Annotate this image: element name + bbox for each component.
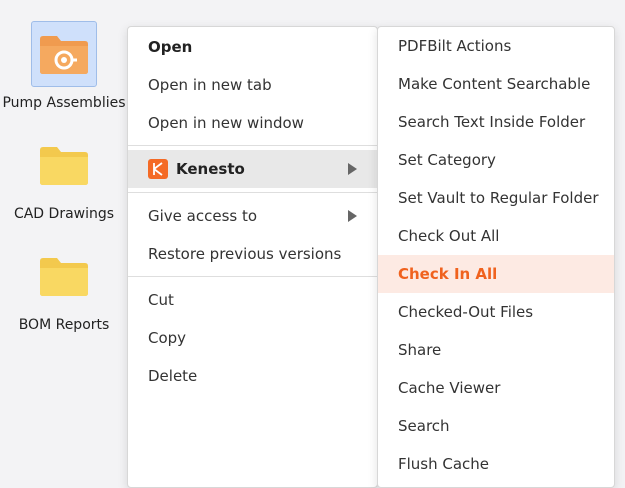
submenu-item-check-out-all[interactable]: Check Out All (378, 217, 614, 255)
folder-selection-highlight (31, 21, 97, 87)
folder-label: CAD Drawings (13, 206, 115, 222)
menu-item-delete[interactable]: Delete (128, 357, 377, 395)
submenu-item-share[interactable]: Share (378, 331, 614, 369)
folder-icon (40, 258, 88, 296)
menu-separator (128, 192, 377, 193)
submenu-item-check-in-all[interactable]: Check In All (378, 255, 614, 293)
folder-pump-assemblies[interactable]: Pump Assemblies (0, 21, 128, 111)
submenu-item-search[interactable]: Search (378, 407, 614, 445)
folder-cad-drawings[interactable]: CAD Drawings (0, 132, 128, 222)
submenu-item-flush-cache[interactable]: Flush Cache (378, 445, 614, 483)
menu-item-open-new-tab[interactable]: Open in new tab (128, 66, 377, 104)
menu-item-label: Kenesto (176, 160, 245, 178)
submenu-arrow-icon (348, 163, 357, 175)
submenu-item-set-category[interactable]: Set Category (378, 141, 614, 179)
folder-label: BOM Reports (18, 317, 110, 333)
menu-item-label: Give access to (148, 207, 258, 225)
gear-folder-icon (40, 36, 88, 74)
submenu-item-make-content-searchable[interactable]: Make Content Searchable (378, 65, 614, 103)
menu-item-cut[interactable]: Cut (128, 281, 377, 319)
folder-icon-wrap (31, 243, 97, 309)
menu-item-kenesto[interactable]: Kenesto (128, 150, 377, 188)
submenu-arrow-icon (348, 210, 357, 222)
menu-separator (128, 145, 377, 146)
menu-separator (128, 276, 377, 277)
menu-item-open-new-window[interactable]: Open in new window (128, 104, 377, 142)
folder-bom-reports[interactable]: BOM Reports (0, 243, 128, 333)
kenesto-logo-icon (148, 159, 168, 179)
folder-label: Pump Assemblies (2, 95, 126, 111)
submenu-item-pdfbilt-actions[interactable]: PDFBilt Actions (378, 27, 614, 65)
submenu-item-checked-out-files[interactable]: Checked-Out Files (378, 293, 614, 331)
folder-icon (40, 147, 88, 185)
context-menu: Open Open in new tab Open in new window … (127, 26, 378, 488)
kenesto-submenu: PDFBilt Actions Make Content Searchable … (377, 26, 615, 488)
menu-item-copy[interactable]: Copy (128, 319, 377, 357)
submenu-item-search-text-inside-folder[interactable]: Search Text Inside Folder (378, 103, 614, 141)
submenu-item-cache-viewer[interactable]: Cache Viewer (378, 369, 614, 407)
submenu-item-set-vault-regular[interactable]: Set Vault to Regular Folder (378, 179, 614, 217)
menu-item-restore-versions[interactable]: Restore previous versions (128, 235, 377, 273)
menu-item-open[interactable]: Open (128, 28, 377, 66)
folder-icon-wrap (31, 132, 97, 198)
menu-item-give-access[interactable]: Give access to (128, 197, 377, 235)
